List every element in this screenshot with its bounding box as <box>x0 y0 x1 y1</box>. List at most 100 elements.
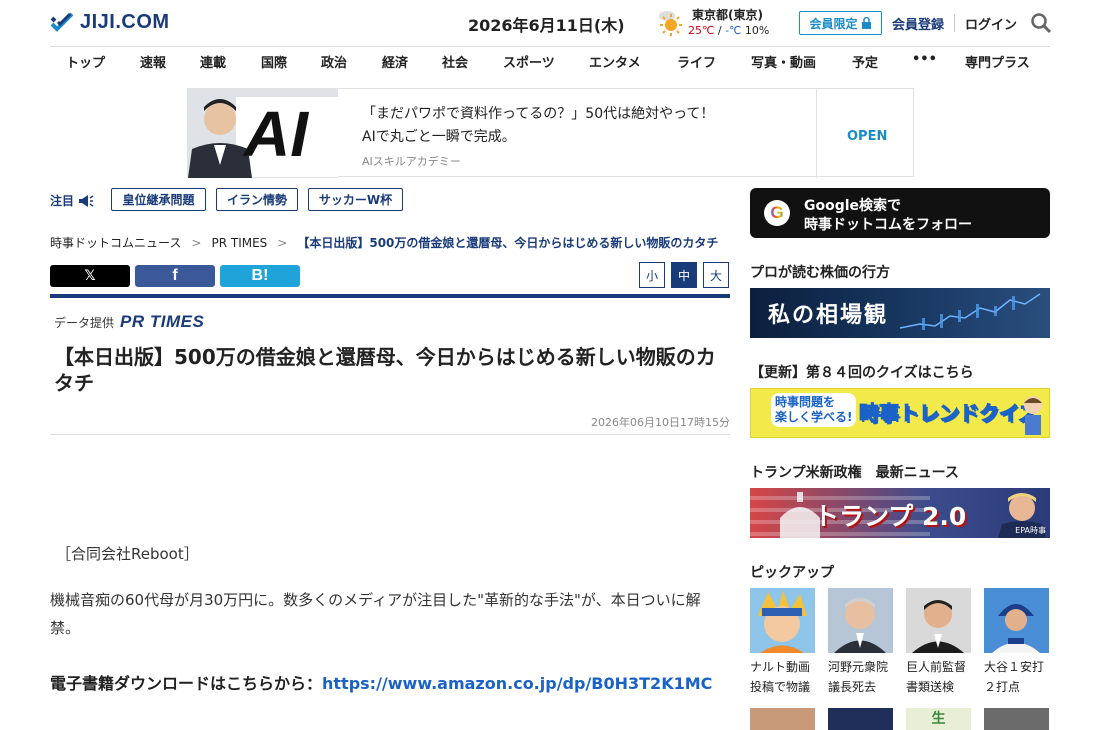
weather-widget[interactable]: 東京都(東京) 25℃ / -℃ 10% <box>656 6 776 40</box>
lock-icon <box>861 17 871 29</box>
google-letter: G <box>770 203 784 222</box>
pickup-image <box>984 588 1049 653</box>
nav-item-international[interactable]: 国際 <box>261 52 287 71</box>
nav-item-photo-video[interactable]: 写真・動画 <box>751 52 816 71</box>
breadcrumb-current: 【本日出版】500万の借金娘と還暦母、今日からはじめる新しい物販のカタチ <box>297 236 719 250</box>
font-size-medium-button[interactable]: 中 <box>671 262 697 288</box>
share-hatena-button[interactable]: B! <box>220 265 300 287</box>
pickup-item[interactable]: 大谷１安打 ２打点 <box>984 588 1049 697</box>
nav-item-sports[interactable]: スポーツ <box>503 52 555 71</box>
login-link[interactable]: ログイン <box>965 14 1017 33</box>
weather-precip: 10% <box>744 24 770 37</box>
weather-temps: 25℃ / -℃ 10% <box>688 24 769 37</box>
prtimes-logo[interactable]: PR TIMES <box>120 312 204 332</box>
search-icon[interactable] <box>1030 12 1052 34</box>
weather-low: -℃ <box>725 24 742 37</box>
pickup-caption-line2: 議長死去 <box>828 680 877 694</box>
pickup-caption-line2: 投稿で物議 <box>750 680 811 694</box>
pickup-image <box>906 588 971 653</box>
sidebar-heading-trump: トランプ米新政権 最新ニュース <box>750 465 959 481</box>
google-follow-line2: 時事ドットコムをフォロー <box>804 217 972 233</box>
ad-banner[interactable]: AI 「まだパワポで資料作ってるの？」50代は絶対やって！ AIで丸ごと一瞬で完… <box>187 88 914 178</box>
pickup-image[interactable] <box>750 708 815 730</box>
sidebar-heading-pickup: ピックアップ <box>750 565 834 581</box>
banner-trump[interactable]: トランプ 2.0 EPA時事 <box>750 488 1050 538</box>
download-link[interactable]: https://www.amazon.co.jp/dp/B0H3T2K1MC <box>322 674 712 693</box>
pickup-image[interactable] <box>828 708 893 730</box>
breadcrumb-separator: > <box>277 236 288 250</box>
ad-source: AIスキルアカデミー <box>362 155 461 168</box>
pickup-photo-icon <box>912 600 964 653</box>
tag-imperial-succession[interactable]: 皇位継承問題 <box>111 188 206 211</box>
pickup-image[interactable]: 生 <box>906 708 971 730</box>
share-facebook-button[interactable]: f <box>135 265 215 287</box>
nav-item-entertainment[interactable]: エンタメ <box>589 52 641 71</box>
provider-label: データ提供 <box>54 315 115 330</box>
site-logo[interactable]: JIJI.COM <box>50 10 170 34</box>
banner-quiz-sub: 時事問題を 楽しく学べる! <box>771 393 857 427</box>
pickup-photo-icon <box>992 604 1040 653</box>
tag-world-cup[interactable]: サッカーW杯 <box>308 188 403 211</box>
banner-quiz-sub-2: 楽しく学べる! <box>775 410 853 424</box>
banner-trump-credit: EPA時事 <box>1015 526 1046 535</box>
pickup-caption-line2: ２打点 <box>984 680 1021 694</box>
weather-location: 東京都(東京) <box>692 8 763 22</box>
main-nav: トップ 速報 連載 国際 政治 経済 社会 スポーツ エンタメ ライフ 写真・動… <box>50 52 1050 74</box>
banner-market-view[interactable]: 私の相場観 <box>750 288 1050 338</box>
attention-text: 注目 <box>50 194 75 208</box>
nav-item-economy[interactable]: 経済 <box>382 52 408 71</box>
google-icon: G <box>764 200 790 226</box>
nav-item-life[interactable]: ライフ <box>677 52 716 71</box>
tag-iran[interactable]: イラン情勢 <box>216 188 298 211</box>
font-size-large-button[interactable]: 大 <box>703 262 729 288</box>
pickup-caption: ナルト動画 投稿で物議 <box>750 657 815 697</box>
megaphone-icon <box>79 194 94 207</box>
article-top-rule <box>50 294 730 298</box>
register-link[interactable]: 会員登録 <box>892 14 944 33</box>
member-only-badge[interactable]: 会員限定 <box>799 11 882 35</box>
data-provider: データ提供 PR TIMES <box>54 312 204 332</box>
pickup-photo-icon <box>758 590 807 653</box>
sidebar-heading-stock: プロが読む株価の行方 <box>750 265 890 281</box>
banner-trump-text: トランプ 2.0 <box>814 502 967 531</box>
article-timestamp: 2026年06月10日17時15分 <box>591 416 730 429</box>
article-paragraph: 機械音痴の60代母が月30万円に。数多くのメディアが注目した"革新的な手法"が、… <box>50 591 701 637</box>
pickup-caption: 大谷１安打 ２打点 <box>984 657 1049 697</box>
ad-headline-1: 「まだパワポで資料作ってるの？」50代は絶対やって！ <box>362 106 715 122</box>
nav-item-society[interactable]: 社会 <box>442 52 468 71</box>
nav-item-series[interactable]: 連載 <box>200 52 226 71</box>
nav-item-flash[interactable]: 速報 <box>140 52 166 71</box>
banner-quiz-sub-1: 時事問題を <box>775 395 836 409</box>
member-only-label: 会員限定 <box>809 16 858 31</box>
nav-more-icon[interactable]: ••• <box>912 52 937 67</box>
sun-icon <box>659 11 682 36</box>
attention-label: 注目 <box>50 192 94 209</box>
pickup-item[interactable]: 巨人前監督 書類送検 <box>906 588 971 697</box>
share-x-button[interactable]: 𝕏 <box>50 265 130 287</box>
font-size-small-button[interactable]: 小 <box>639 262 665 288</box>
ad-headline-2: AIで丸ごと一瞬で完成。 <box>362 129 516 145</box>
pickup-item[interactable]: ナルト動画 投稿で物議 <box>750 588 815 697</box>
banner-trend-quiz[interactable]: 時事問題を 楽しく学べる! 時事トレンドクイズ <box>750 388 1050 438</box>
ad-image: AI <box>188 89 338 178</box>
pickup-caption: 河野元衆院 議長死去 <box>828 657 893 697</box>
download-line: 電子書籍ダウンロードはこちらから：https://www.amazon.co.j… <box>50 670 730 698</box>
breadcrumb-prtimes[interactable]: PR TIMES <box>211 236 267 250</box>
nav-top-divider <box>50 46 1050 47</box>
nav-item-schedule[interactable]: 予定 <box>852 52 878 71</box>
pickup-caption: 巨人前監督 書類送検 <box>906 657 971 697</box>
banner-market-view-text: 私の相場観 <box>768 302 889 328</box>
sidebar-heading-quiz: 【更新】第８４回のクイズはこちら <box>750 365 974 381</box>
nav-item-senmon-plus[interactable]: 専門プラス <box>965 52 1030 71</box>
pickup-item[interactable]: 河野元衆院 議長死去 <box>828 588 893 697</box>
weather-high: 25℃ <box>688 24 715 37</box>
nav-item-politics[interactable]: 政治 <box>321 52 347 71</box>
ad-open-button[interactable]: OPEN <box>847 129 887 144</box>
nav-item-top[interactable]: トップ <box>66 52 105 71</box>
google-follow-button[interactable]: G Google検索で 時事ドットコムをフォロー <box>750 188 1050 238</box>
ad-divider <box>816 89 817 178</box>
pickup-image[interactable] <box>984 708 1049 730</box>
header-divider <box>954 14 955 32</box>
header-date: 2026年6月11日(木) <box>468 16 625 35</box>
breadcrumb-home[interactable]: 時事ドットコムニュース <box>50 236 181 250</box>
